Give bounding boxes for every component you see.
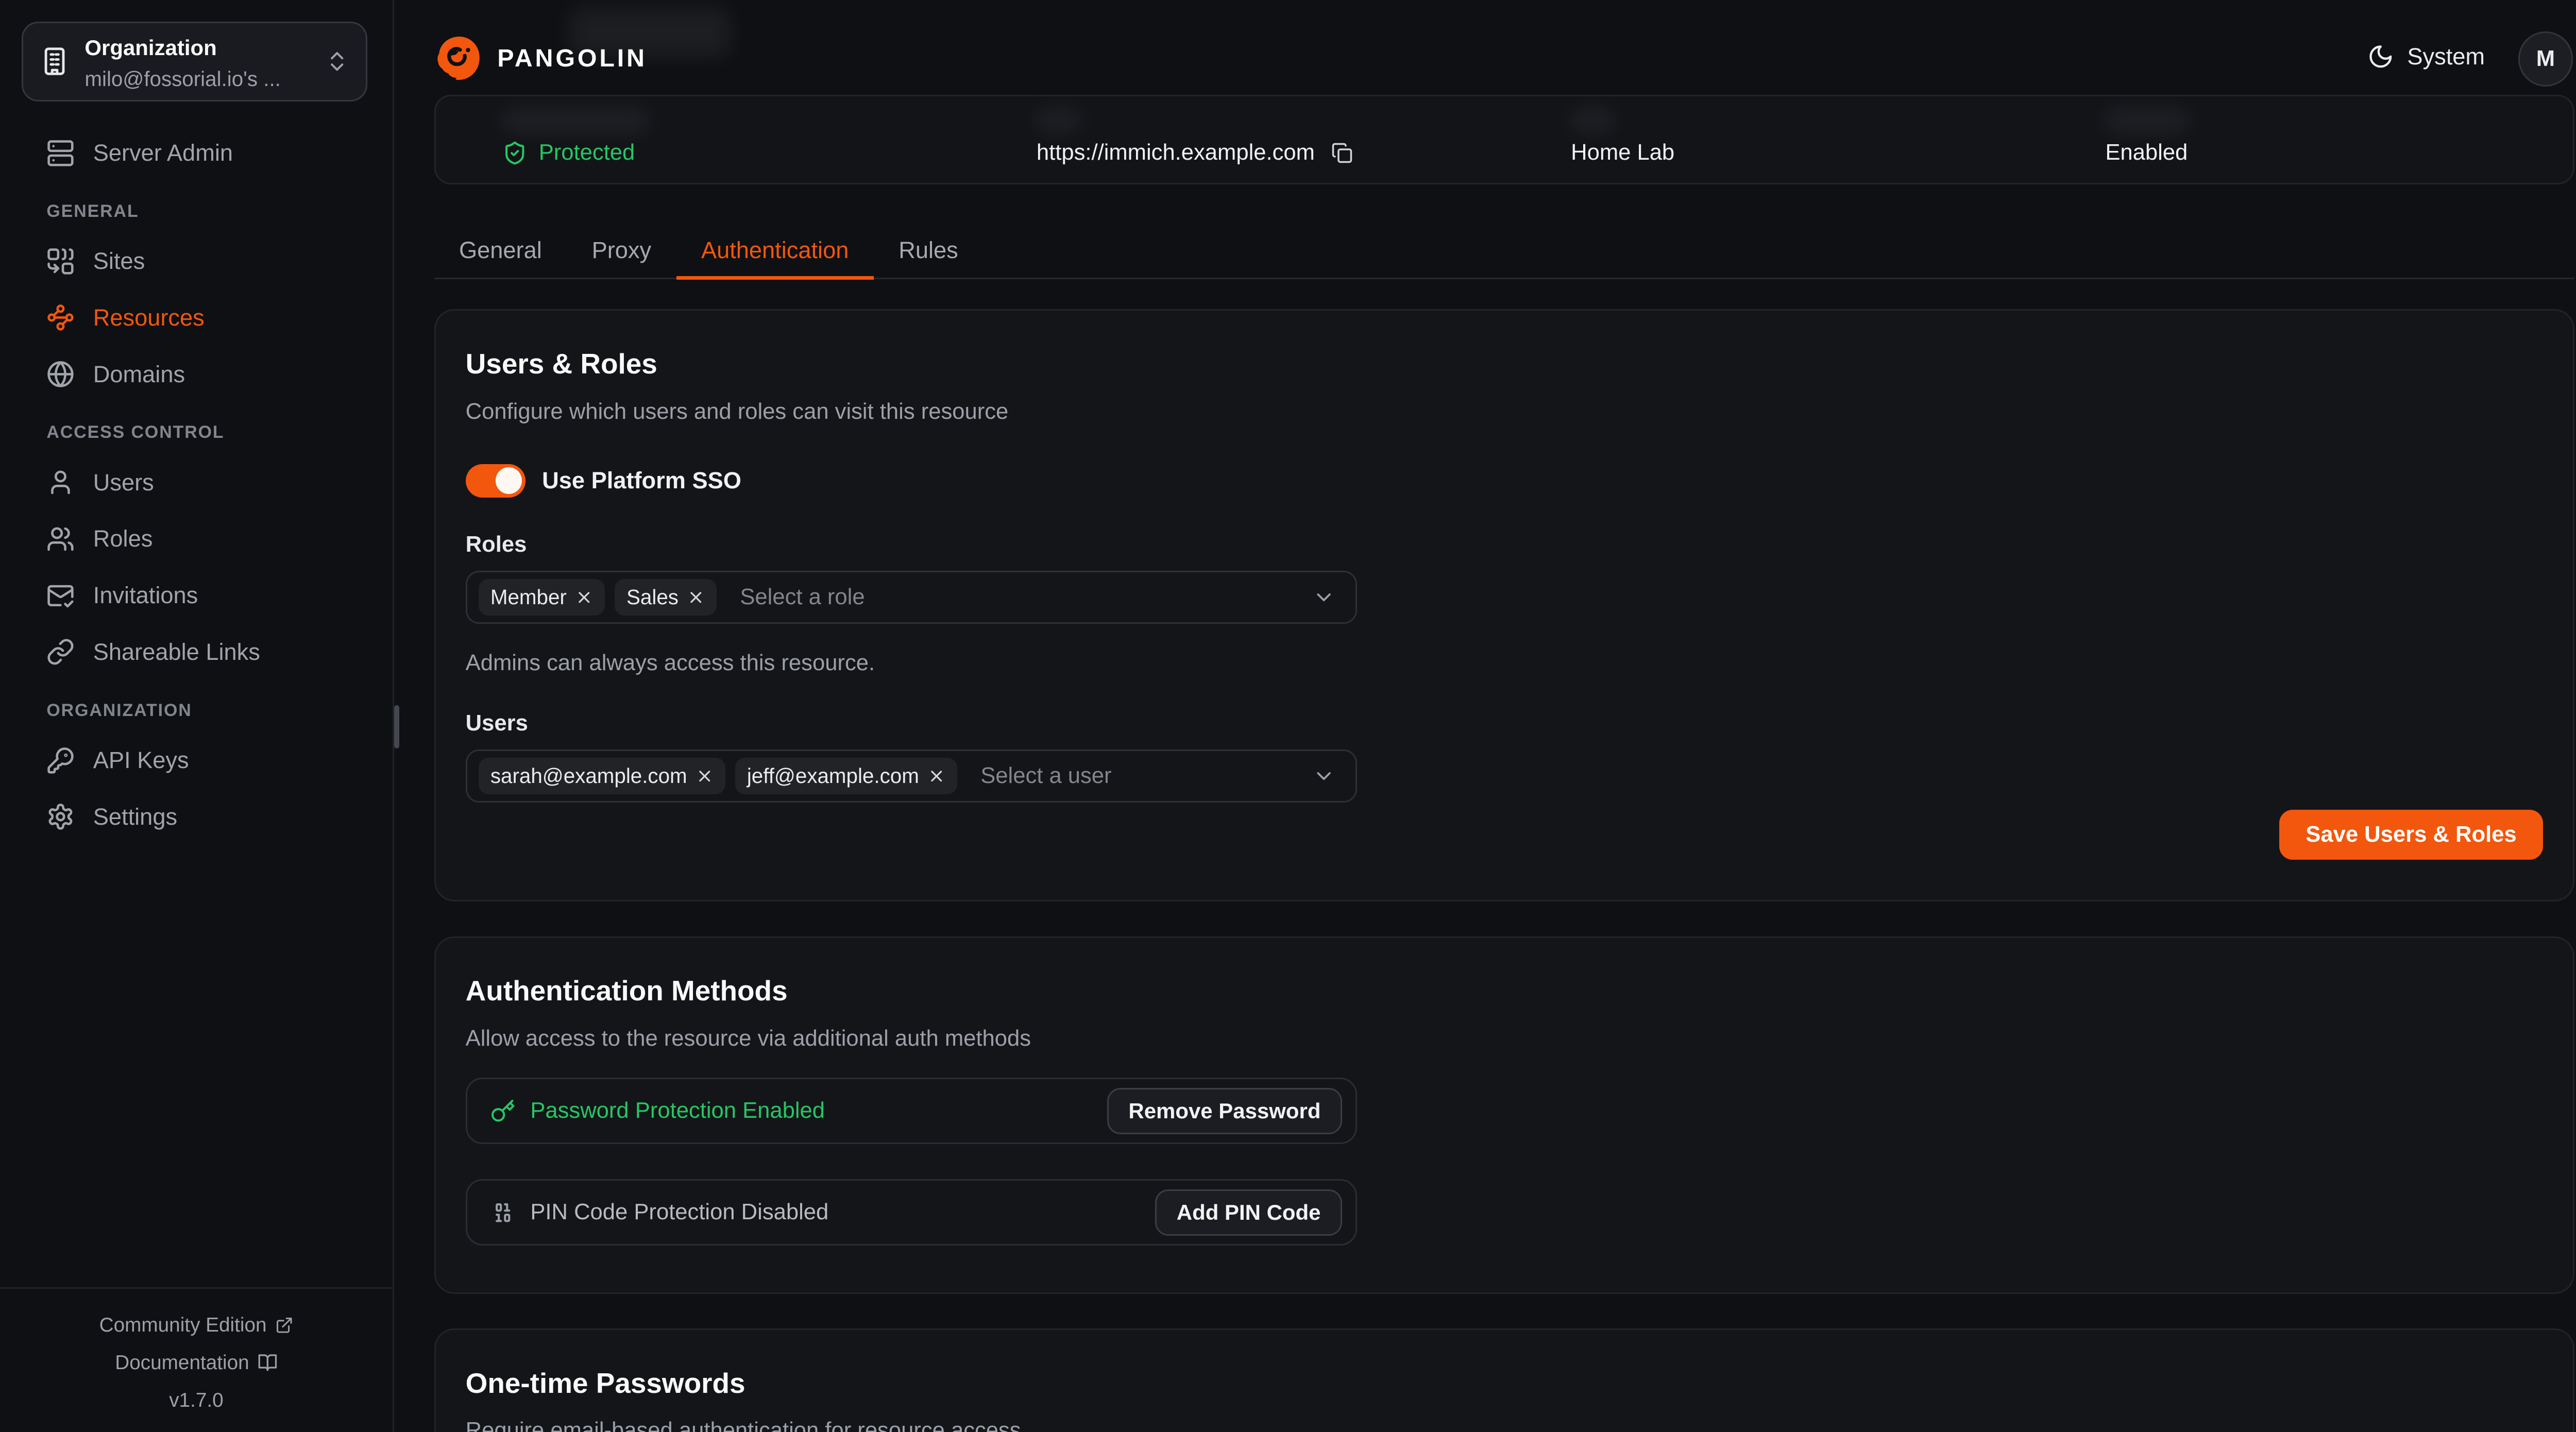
users-roles-title: Users & Roles — [466, 346, 2544, 382]
tab-rules[interactable]: Rules — [874, 223, 983, 278]
sidebar-item-shareable-links[interactable]: Shareable Links — [0, 632, 393, 672]
remove-user-sarah-icon[interactable] — [696, 767, 714, 786]
main-content: PANGOLIN System M Protected https://immi… — [394, 0, 2576, 1432]
mail-check-icon — [46, 582, 75, 610]
community-edition-link[interactable]: Community Edition — [0, 1314, 393, 1337]
roles-select[interactable]: Member Sales Select a role — [466, 571, 1357, 624]
version-label: v1.7.0 — [0, 1389, 393, 1412]
user-avatar[interactable]: M — [2518, 31, 2573, 87]
resource-site: Home Lab — [1571, 138, 2039, 168]
book-open-icon — [258, 1353, 278, 1373]
sidebar-item-server-admin[interactable]: Server Admin — [0, 133, 393, 173]
sidebar-item-invitations[interactable]: Invitations — [0, 575, 393, 615]
otp-subtitle: Require email-based authentication for r… — [466, 1418, 2544, 1431]
building-icon — [40, 46, 70, 76]
users-placeholder: Select a user — [980, 763, 1312, 789]
combine-icon — [46, 247, 75, 276]
resource-info-card: Protected https://immich.example.com Hom… — [434, 95, 2575, 184]
redacted-resource-title — [570, 8, 730, 57]
chevron-down-icon — [1312, 764, 1335, 788]
platform-sso-label: Use Platform SSO — [542, 467, 741, 494]
section-label-organization: ORGANIZATION — [0, 701, 393, 721]
auth-methods-subtitle: Allow access to the resource via additio… — [466, 1026, 2544, 1051]
sidebar: Organization milo@fossorial.io's ... Ser… — [0, 0, 394, 1432]
globe-icon — [46, 360, 75, 388]
remove-role-sales-icon[interactable] — [687, 588, 705, 607]
remove-user-jeff-icon[interactable] — [927, 767, 946, 786]
users-roles-subtitle: Configure which users and roles can visi… — [466, 399, 2544, 424]
otp-title: One-time Passwords — [466, 1365, 2544, 1402]
external-link-icon — [275, 1316, 294, 1335]
sidebar-item-settings[interactable]: Settings — [0, 797, 393, 837]
sidebar-item-users[interactable]: Users — [0, 463, 393, 502]
pangolin-mark-icon — [434, 33, 484, 83]
resource-url: https://immich.example.com — [1037, 138, 1504, 168]
redacted-site-label — [1571, 110, 1614, 131]
redacted-enabled-label — [2105, 110, 2188, 131]
key-icon — [490, 1099, 515, 1123]
moon-icon — [2367, 43, 2394, 70]
user-tag-jeff: jeff@example.com — [735, 758, 957, 794]
app-root: Organization milo@fossorial.io's ... Ser… — [0, 0, 2576, 1432]
auth-methods-title: Authentication Methods — [466, 973, 2544, 1009]
key-round-icon — [46, 746, 75, 775]
remove-role-member-icon[interactable] — [575, 588, 594, 607]
role-tag-member: Member — [479, 579, 605, 616]
shield-check-icon — [502, 141, 527, 165]
resource-tabs: General Proxy Authentication Rules — [434, 223, 2575, 280]
users-select[interactable]: sarah@example.com jeff@example.com Selec… — [466, 749, 1357, 803]
users-field-label: Users — [466, 711, 2544, 736]
users-roles-card: Users & Roles Configure which users and … — [434, 309, 2575, 901]
sidebar-item-sites[interactable]: Sites — [0, 241, 393, 281]
org-switcher[interactable]: Organization milo@fossorial.io's ... — [22, 22, 367, 101]
redacted-url-label — [1037, 110, 1080, 131]
tab-authentication[interactable]: Authentication — [676, 223, 874, 278]
copy-icon[interactable] — [1331, 142, 1353, 164]
resource-status: Protected — [502, 138, 970, 168]
tab-general[interactable]: General — [434, 223, 567, 278]
sidebar-item-resources[interactable]: Resources — [0, 298, 393, 337]
users-icon — [46, 525, 75, 553]
sidebar-item-api-keys[interactable]: API Keys — [0, 740, 393, 780]
link-icon — [46, 638, 75, 666]
user-tag-sarah: sarah@example.com — [479, 758, 725, 794]
waypoints-icon — [46, 303, 75, 332]
sidebar-item-roles[interactable]: Roles — [0, 519, 393, 559]
auth-methods-card: Authentication Methods Allow access to t… — [434, 936, 2575, 1294]
server-icon — [46, 139, 75, 167]
password-protection-row: Password Protection Enabled Remove Passw… — [466, 1078, 1357, 1144]
otp-card: One-time Passwords Require email-based a… — [434, 1328, 2575, 1431]
add-pin-code-button[interactable]: Add PIN Code — [1155, 1189, 1342, 1236]
sidebar-footer: Community Edition Documentation v1.7.0 — [0, 1287, 393, 1431]
save-users-roles-button[interactable]: Save Users & Roles — [2279, 810, 2544, 860]
roles-placeholder: Select a role — [740, 585, 1312, 610]
password-status: Password Protection Enabled — [490, 1098, 1107, 1123]
binary-icon — [490, 1200, 515, 1225]
gear-icon — [46, 803, 75, 831]
theme-toggle[interactable]: System — [2367, 43, 2485, 70]
chevrons-up-down-icon — [325, 49, 349, 74]
sidebar-nav: Server Admin GENERAL Sites Resources Dom… — [0, 133, 393, 837]
role-tag-sales: Sales — [615, 579, 717, 616]
roles-field-label: Roles — [466, 532, 2544, 557]
user-icon — [46, 468, 75, 497]
redacted-status-label — [502, 110, 649, 131]
sidebar-item-domains[interactable]: Domains — [0, 354, 393, 394]
chevron-down-icon — [1312, 586, 1335, 609]
pin-protection-row: PIN Code Protection Disabled Add PIN Cod… — [466, 1179, 1357, 1246]
roles-note: Admins can always access this resource. — [466, 651, 2544, 676]
org-label: Organization — [84, 36, 216, 60]
pin-status: PIN Code Protection Disabled — [490, 1200, 1155, 1225]
section-label-general: GENERAL — [0, 201, 393, 221]
platform-sso-toggle[interactable] — [466, 464, 526, 498]
section-label-access-control: ACCESS CONTROL — [0, 422, 393, 442]
tab-proxy[interactable]: Proxy — [567, 223, 676, 278]
documentation-link[interactable]: Documentation — [0, 1352, 393, 1374]
org-value: milo@fossorial.io's ... — [84, 67, 280, 91]
resource-enabled: Enabled — [2105, 138, 2573, 168]
remove-password-button[interactable]: Remove Password — [1107, 1088, 1343, 1134]
